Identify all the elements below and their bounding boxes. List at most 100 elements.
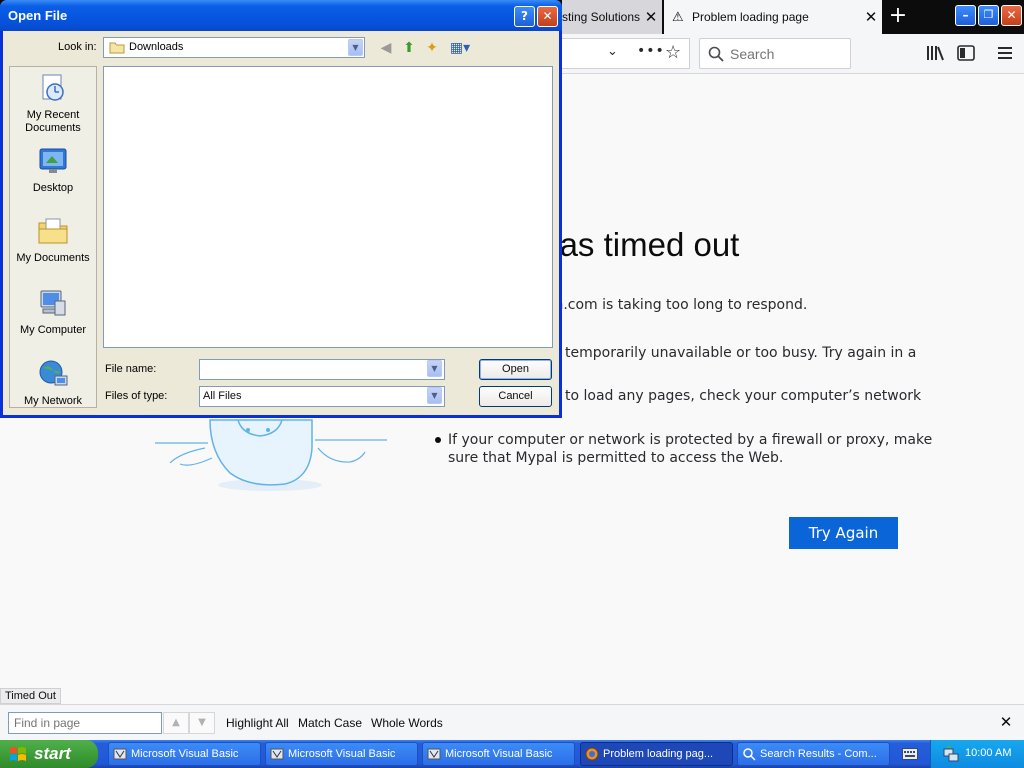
taskbar-item-browser[interactable]: Problem loading pag... bbox=[580, 742, 733, 766]
task-label: Microsoft Visual Basic bbox=[445, 748, 553, 760]
file-list[interactable] bbox=[103, 66, 553, 348]
task-label: Search Results - Com... bbox=[760, 748, 877, 760]
find-previous-button[interactable]: ▲ bbox=[163, 712, 189, 734]
tab-hosting[interactable]: Hosting Solutions ✕ bbox=[562, 0, 662, 34]
files-of-type-value: All Files bbox=[203, 390, 242, 402]
place-my-network[interactable]: My Network bbox=[10, 358, 96, 408]
menu-icon[interactable] bbox=[998, 46, 1012, 60]
highlight-all-toggle[interactable]: Highlight All bbox=[226, 716, 289, 730]
network-tray-icon[interactable] bbox=[943, 746, 959, 762]
views-menu-icon[interactable]: ▦▾ bbox=[448, 39, 472, 57]
tab-title: Hosting Solutions bbox=[562, 10, 640, 24]
error-intro: gon.com is taking too long to respond. bbox=[537, 297, 808, 313]
taskbar: start Microsoft Visual Basic Microsoft V… bbox=[0, 740, 1024, 768]
chevron-down-icon[interactable]: ⌄ bbox=[607, 44, 618, 59]
place-label: My Recent Documents bbox=[25, 109, 81, 134]
place-my-recent-documents[interactable]: My Recent Documents bbox=[10, 72, 96, 135]
clock[interactable]: 10:00 AM bbox=[965, 747, 1011, 759]
taskbar-item-vb-1[interactable]: Microsoft Visual Basic bbox=[108, 742, 261, 766]
place-my-computer[interactable]: My Computer bbox=[10, 287, 96, 337]
dialog-title: Open File bbox=[8, 8, 68, 23]
match-case-toggle[interactable]: Match Case bbox=[298, 716, 362, 730]
file-name-label: File name: bbox=[105, 363, 157, 375]
files-of-type-dropdown[interactable]: All Files bbox=[199, 386, 445, 407]
start-button[interactable]: start bbox=[0, 740, 98, 768]
new-tab-button[interactable]: + bbox=[884, 4, 912, 30]
tab-problem-loading[interactable]: ⚠ Problem loading page ✕ bbox=[664, 0, 882, 34]
try-again-button[interactable]: Try Again bbox=[789, 517, 898, 549]
error-bullet-1: temporarily unavailable or too busy. Try… bbox=[565, 345, 917, 361]
search-results-icon bbox=[743, 748, 756, 761]
desktop-icon bbox=[39, 148, 67, 173]
recent-documents-icon bbox=[42, 74, 64, 101]
minimize-button[interactable]: – bbox=[955, 5, 976, 26]
task-label: Problem loading pag... bbox=[603, 748, 714, 760]
tab-close-icon[interactable]: ✕ bbox=[640, 8, 662, 26]
close-findbar-icon[interactable]: ✕ bbox=[997, 713, 1015, 731]
taskbar-item-search-results[interactable]: Search Results - Com... bbox=[737, 742, 890, 766]
error-bullet-2: to load any pages, check your computer’s… bbox=[565, 388, 922, 404]
dialog-body: Look in: Downloads ▼ ◀ ⬆ ✦ ▦▾ My Recent … bbox=[3, 31, 559, 415]
new-folder-icon[interactable]: ✦ bbox=[423, 39, 441, 57]
back-icon[interactable]: ◀ bbox=[377, 39, 395, 57]
place-label: My Documents bbox=[16, 252, 90, 264]
open-file-dialog: Open File ? ✕ Look in: Downloads ▼ ◀ ⬆ ✦… bbox=[0, 0, 562, 418]
place-desktop[interactable]: Desktop bbox=[10, 145, 96, 195]
library-icon[interactable] bbox=[926, 45, 944, 61]
browser-icon bbox=[585, 747, 599, 761]
dialog-close-button[interactable]: ✕ bbox=[537, 6, 558, 27]
sidebar-icon[interactable] bbox=[957, 45, 975, 61]
cancel-button[interactable]: Cancel bbox=[479, 386, 552, 407]
find-next-button[interactable]: ▼ bbox=[189, 712, 215, 734]
system-tray: 10:00 AM bbox=[930, 740, 1024, 768]
search-bar[interactable] bbox=[699, 38, 851, 69]
chevron-down-icon[interactable]: ▼ bbox=[427, 387, 442, 404]
page-actions-icon[interactable]: ••• bbox=[637, 43, 665, 59]
folder-icon bbox=[109, 42, 125, 54]
taskbar-item-vb-2[interactable]: Microsoft Visual Basic bbox=[265, 742, 418, 766]
look-in-dropdown[interactable]: Downloads ▼ bbox=[103, 37, 365, 58]
tab-title: Problem loading page bbox=[692, 10, 809, 24]
windows-logo-icon bbox=[10, 747, 26, 761]
search-icon bbox=[708, 46, 724, 62]
chevron-down-icon[interactable]: ▼ bbox=[348, 39, 363, 56]
find-bar: ▲ ▼ Highlight All Match Case Whole Words… bbox=[0, 704, 1024, 740]
my-documents-icon bbox=[38, 218, 68, 244]
warning-icon: ⚠ bbox=[672, 9, 684, 24]
restore-button[interactable]: ❐ bbox=[978, 5, 999, 26]
files-of-type-label: Files of type: bbox=[105, 390, 168, 402]
find-in-page-input[interactable] bbox=[8, 712, 162, 734]
visual-basic-icon bbox=[113, 748, 127, 760]
visual-basic-icon bbox=[270, 748, 284, 760]
task-label: Microsoft Visual Basic bbox=[288, 748, 396, 760]
open-button[interactable]: Open bbox=[479, 359, 552, 380]
visual-basic-icon bbox=[427, 748, 441, 760]
error-illustration bbox=[155, 419, 387, 491]
start-label: start bbox=[34, 744, 71, 763]
help-button[interactable]: ? bbox=[514, 6, 535, 27]
places-bar: My Recent Documents Desktop My Documents bbox=[9, 66, 97, 408]
keyboard-icon[interactable] bbox=[902, 747, 918, 761]
look-in-value: Downloads bbox=[129, 41, 184, 53]
error-bullet-3-line1: If your computer or network is protected… bbox=[448, 432, 933, 448]
task-label: Microsoft Visual Basic bbox=[131, 748, 239, 760]
place-label: My Computer bbox=[19, 324, 87, 336]
my-computer-icon bbox=[40, 290, 66, 316]
up-folder-icon[interactable]: ⬆ bbox=[400, 39, 418, 57]
my-network-icon bbox=[39, 360, 68, 386]
look-in-label: Look in: bbox=[58, 41, 97, 53]
tab-close-icon[interactable]: ✕ bbox=[860, 8, 882, 26]
close-window-button[interactable]: ✕ bbox=[1001, 5, 1022, 26]
bullet-dot bbox=[435, 437, 441, 443]
dialog-titlebar[interactable]: Open File ? ✕ bbox=[0, 0, 562, 31]
chevron-down-icon[interactable]: ▼ bbox=[427, 360, 442, 377]
taskbar-item-vb-3[interactable]: Microsoft Visual Basic bbox=[422, 742, 575, 766]
place-my-documents[interactable]: My Documents bbox=[10, 215, 96, 265]
place-label: Desktop bbox=[32, 182, 74, 194]
file-name-input[interactable] bbox=[199, 359, 445, 380]
search-input[interactable] bbox=[730, 44, 845, 63]
place-label: My Network bbox=[23, 395, 83, 407]
bookmark-star-icon[interactable]: ☆ bbox=[665, 42, 681, 63]
whole-words-toggle[interactable]: Whole Words bbox=[371, 716, 443, 730]
status-text: Timed Out bbox=[0, 688, 61, 704]
